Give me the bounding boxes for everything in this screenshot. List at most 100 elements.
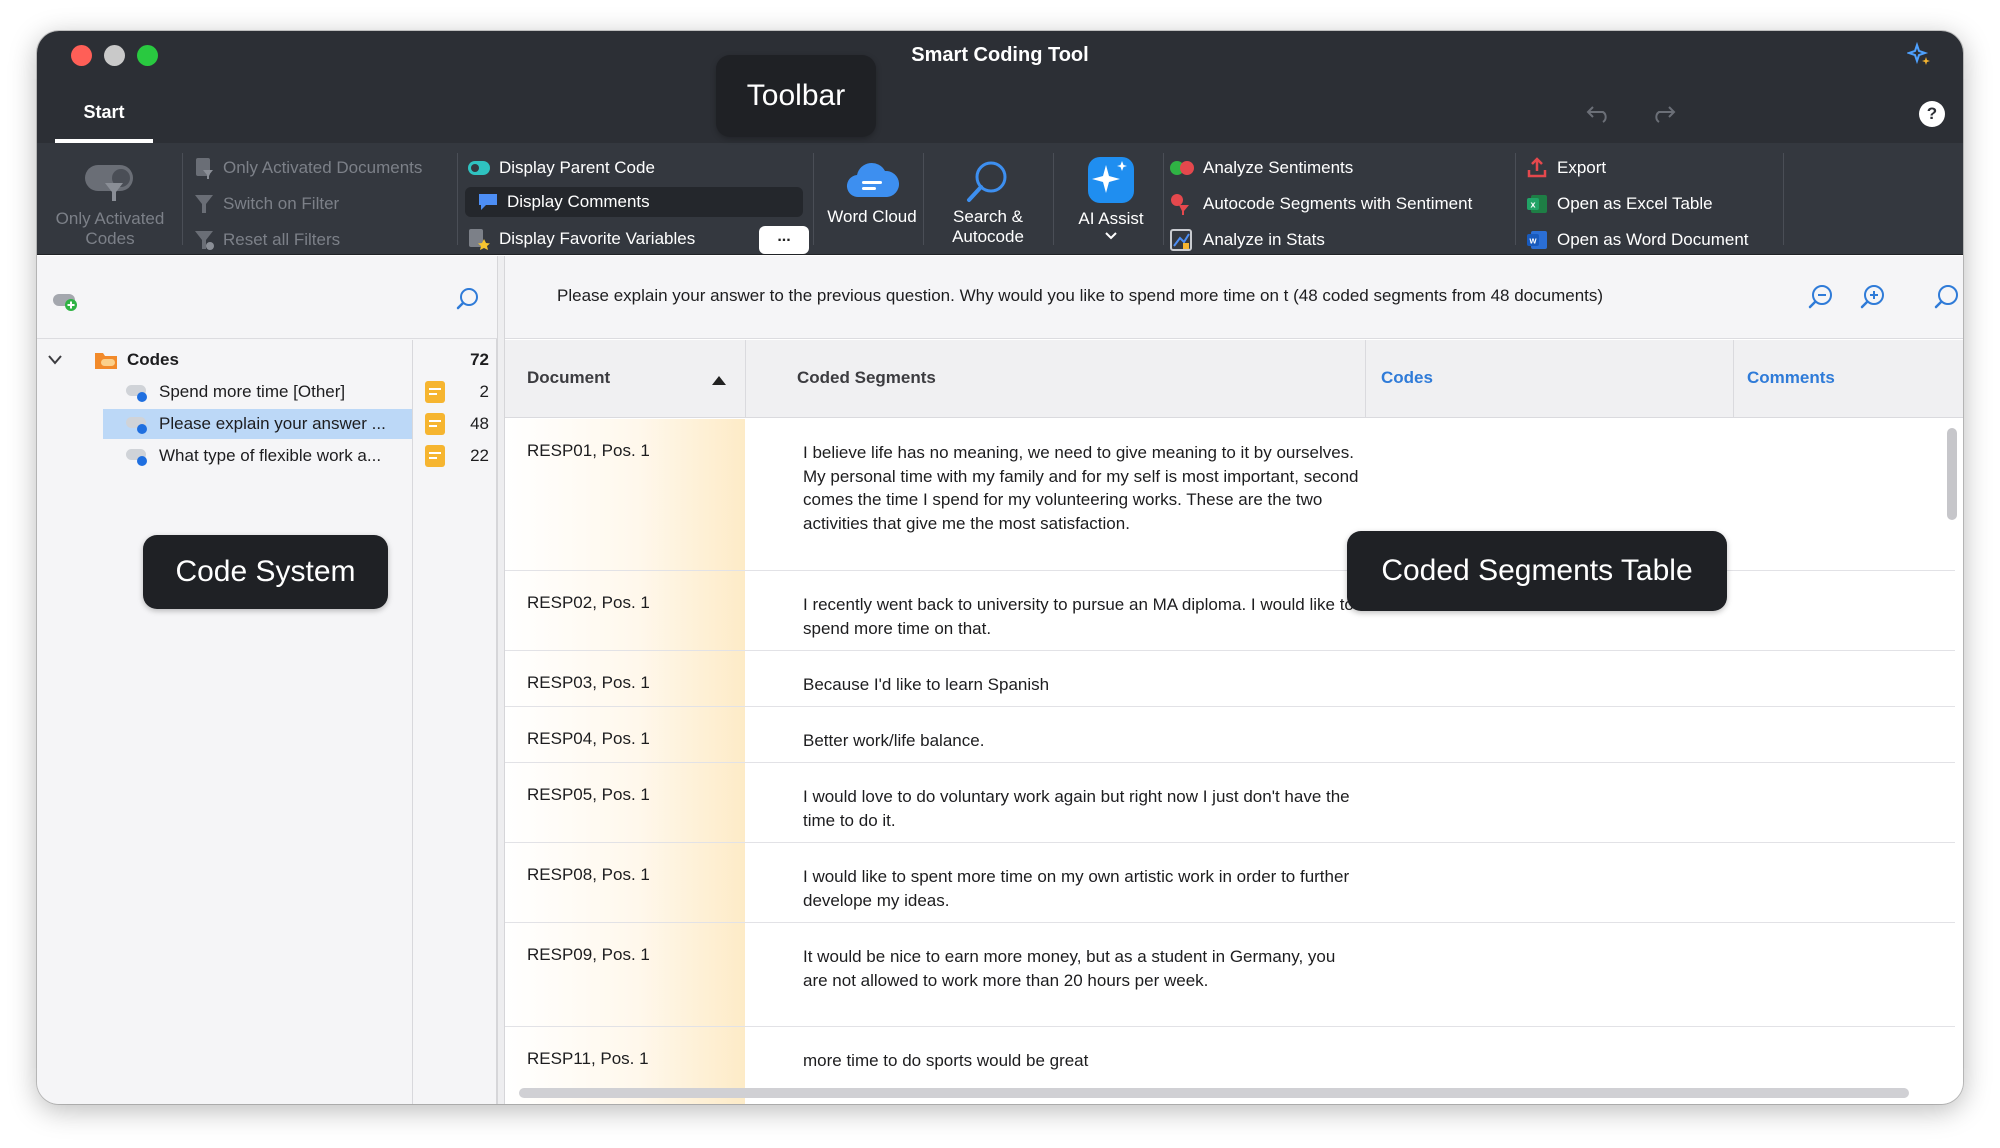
coded-segments-table-callout: Coded Segments Table xyxy=(1347,531,1727,611)
document-filter-icon xyxy=(196,158,213,179)
table-row[interactable]: RESP09, Pos. 1 It would be nice to earn … xyxy=(505,923,1955,1027)
row-document: RESP05, Pos. 1 xyxy=(527,785,650,804)
row-document: RESP08, Pos. 1 xyxy=(527,865,650,884)
ai-assist-button[interactable]: AI Assist xyxy=(1059,155,1163,241)
row-segment: more time to do sports would be great xyxy=(803,1051,1089,1070)
comment-bubble-icon xyxy=(479,194,497,210)
parent-code-icon xyxy=(468,161,490,175)
autocode-sentiment-button[interactable]: Autocode Segments with Sentiment xyxy=(1169,189,1472,219)
analyze-sentiments-button[interactable]: Analyze Sentiments xyxy=(1169,153,1353,183)
open-excel-label: Open as Excel Table xyxy=(1557,194,1713,213)
code-system-callout: Code System xyxy=(143,535,388,609)
more-display-options-button[interactable]: ... xyxy=(759,226,809,254)
word-cloud-label: Word Cloud xyxy=(827,207,917,226)
display-comments-label: Display Comments xyxy=(507,192,650,211)
row-segment: Better work/life balance. xyxy=(803,731,985,750)
favorite-variables-icon xyxy=(469,229,490,250)
table-row[interactable]: RESP05, Pos. 1 I would love to do volunt… xyxy=(505,763,1955,843)
funnel-icon xyxy=(195,195,213,213)
help-icon[interactable]: ? xyxy=(1919,101,1945,127)
segments-header: Please explain your answer to the previo… xyxy=(505,256,1963,339)
table-row[interactable]: RESP02, Pos. 1 I recently went back to u… xyxy=(505,571,1955,651)
table-row[interactable]: RESP04, Pos. 1 Better work/life balance. xyxy=(505,707,1955,763)
table-row[interactable]: RESP11, Pos. 1 more time to do sports wo… xyxy=(505,1027,1955,1087)
undo-icon[interactable] xyxy=(1585,103,1613,128)
row-segment: I believe life has no meaning, we need t… xyxy=(803,443,1359,533)
word-cloud-button[interactable]: Word Cloud xyxy=(827,159,917,227)
chevron-down-icon[interactable] xyxy=(47,354,63,366)
only-activated-codes-button[interactable]: Only Activated Codes xyxy=(45,159,175,249)
redo-icon[interactable] xyxy=(1649,103,1677,128)
open-excel-button[interactable]: x Open as Excel Table xyxy=(1525,189,1713,219)
reset-all-filters-label: Reset all Filters xyxy=(223,230,341,249)
code-icon xyxy=(126,385,147,402)
tree-root-codes[interactable]: Codes 72 xyxy=(37,344,497,376)
ai-sparkle-icon[interactable] xyxy=(1905,41,1933,73)
export-label: Export xyxy=(1557,158,1607,177)
new-code-icon[interactable] xyxy=(51,290,81,317)
sort-ascending-icon[interactable] xyxy=(712,376,726,385)
ai-assist-label: AI Assist xyxy=(1078,209,1144,228)
code-item-count: 2 xyxy=(479,382,489,401)
autocode-sentiment-label: Autocode Segments with Sentiment xyxy=(1203,194,1473,213)
code-item-label: Please explain your answer ... xyxy=(159,414,386,433)
coded-segments-pane: Please explain your answer to the previo… xyxy=(505,256,1963,1104)
open-word-button[interactable]: w Open as Word Document xyxy=(1525,225,1749,255)
zoom-in-icon[interactable] xyxy=(1859,283,1887,316)
reset-filter-icon xyxy=(195,231,214,250)
column-document[interactable]: Document xyxy=(527,368,610,388)
query-description: Please explain your answer to the previo… xyxy=(557,286,1604,305)
row-document: RESP04, Pos. 1 xyxy=(527,729,650,748)
magnifier-icon xyxy=(967,161,1007,202)
excel-icon: x xyxy=(1527,195,1547,213)
zoom-out-icon[interactable] xyxy=(1807,283,1835,316)
tree-root-count: 72 xyxy=(470,350,489,369)
only-activated-documents-button[interactable]: Only Activated Documents xyxy=(193,153,422,183)
code-item-label: Spend more time [Other] xyxy=(159,382,346,401)
row-segment: It would be nice to earn more money, but… xyxy=(803,947,1336,990)
svg-text:x: x xyxy=(1530,200,1535,210)
svg-text:w: w xyxy=(1528,236,1537,246)
analyze-in-stats-button[interactable]: Analyze in Stats xyxy=(1169,225,1325,255)
display-favorite-variables-button[interactable]: Display Favorite Variables xyxy=(467,224,695,254)
word-icon: w xyxy=(1527,231,1547,249)
search-icon[interactable] xyxy=(455,286,481,317)
pane-splitter[interactable] xyxy=(497,256,505,1104)
horizontal-scrollbar[interactable] xyxy=(519,1088,1909,1098)
search-autocode-button[interactable]: Search & Autocode xyxy=(929,159,1047,247)
column-codes[interactable]: Codes xyxy=(1381,368,1433,388)
row-segment: Because I'd like to learn Spanish xyxy=(803,675,1050,694)
analyze-in-stats-label: Analyze in Stats xyxy=(1203,230,1325,249)
display-favorite-variables-label: Display Favorite Variables xyxy=(499,229,696,248)
title-bar: Smart Coding Tool xyxy=(37,31,1963,81)
table-column-header: Document Coded Segments Codes Comments xyxy=(505,340,1963,418)
code-icon xyxy=(126,417,147,434)
search-icon[interactable] xyxy=(1933,283,1961,316)
cloud-icon xyxy=(846,162,899,198)
codes-folder-icon xyxy=(95,353,117,369)
table-row[interactable]: RESP08, Pos. 1 I would like to spent mor… xyxy=(505,843,1955,923)
switch-on-filter-button[interactable]: Switch on Filter xyxy=(193,189,339,219)
code-item-please-explain[interactable]: Please explain your answer ... 48 xyxy=(37,408,497,440)
reset-all-filters-button[interactable]: Reset all Filters xyxy=(193,225,340,255)
ribbon-toolbar: Only Activated Codes Only Activated Docu… xyxy=(37,143,1963,255)
vertical-scrollbar[interactable] xyxy=(1947,428,1957,520)
code-item-spend-more-time[interactable]: Spend more time [Other] 2 xyxy=(37,376,497,408)
display-comments-button[interactable]: Display Comments xyxy=(465,187,803,217)
column-coded-segments[interactable]: Coded Segments xyxy=(797,368,936,388)
code-item-flexible-work[interactable]: What type of flexible work a... 22 xyxy=(37,440,497,472)
column-comments[interactable]: Comments xyxy=(1747,368,1835,388)
table-row[interactable]: RESP01, Pos. 1 I believe life has no mea… xyxy=(505,419,1955,571)
row-document: RESP02, Pos. 1 xyxy=(527,593,650,612)
window-title: Smart Coding Tool xyxy=(911,44,1089,66)
row-document: RESP09, Pos. 1 xyxy=(527,945,650,964)
export-button[interactable]: Export xyxy=(1525,153,1606,183)
search-autocode-label: Search & Autocode xyxy=(952,207,1024,246)
switch-on-filter-label: Switch on Filter xyxy=(223,194,340,213)
export-icon xyxy=(1527,157,1547,178)
stats-icon xyxy=(1170,229,1192,251)
tab-start[interactable]: Start xyxy=(55,81,153,143)
table-row[interactable]: RESP03, Pos. 1 Because I'd like to learn… xyxy=(505,651,1955,707)
display-parent-code-button[interactable]: Display Parent Code xyxy=(467,153,655,183)
code-item-count: 48 xyxy=(470,414,489,433)
